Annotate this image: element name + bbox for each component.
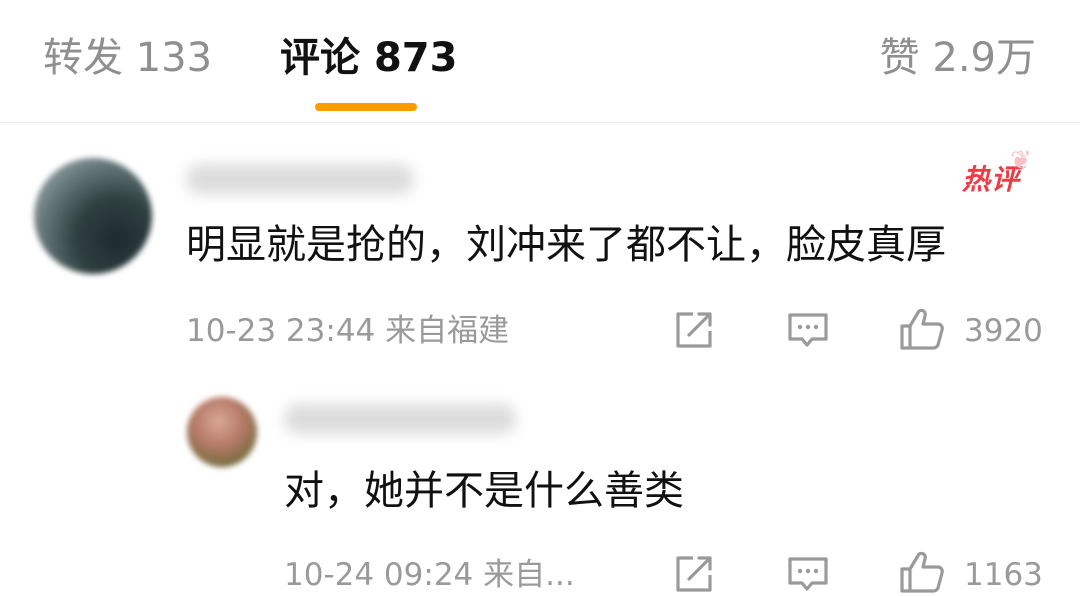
like-button[interactable] bbox=[898, 549, 946, 595]
active-tab-indicator bbox=[315, 103, 417, 111]
tab-bar: 转发 133 评论 873 赞 2.9万 bbox=[0, 0, 1080, 123]
reply-button[interactable] bbox=[786, 310, 830, 350]
tab-repost-count: 133 bbox=[135, 35, 213, 81]
comment-time: 10-23 23:44 bbox=[186, 313, 376, 349]
comment-icon bbox=[788, 557, 828, 591]
comment-location: 来自福建 bbox=[385, 313, 510, 349]
like-icon bbox=[900, 308, 944, 350]
share-icon bbox=[676, 556, 712, 592]
comment-meta: 10-24 09:24 来自... bbox=[284, 555, 575, 595]
comment-text: 明显就是抢的，刘冲来了都不让，脸皮真厚 bbox=[186, 222, 946, 268]
reply-button[interactable] bbox=[786, 554, 830, 594]
avatar[interactable] bbox=[34, 158, 152, 274]
like-icon bbox=[900, 551, 944, 593]
comment-location: 来自... bbox=[483, 557, 575, 593]
comment-time: 10-24 09:24 bbox=[284, 557, 474, 593]
like-count: 3920 bbox=[964, 313, 1043, 349]
hot-comment-badge: 热评 ❦ bbox=[962, 146, 1032, 198]
tab-comments-label: 评论 bbox=[280, 35, 360, 81]
tab-comments[interactable]: 评论 873 bbox=[280, 30, 457, 86]
tab-likes-label: 赞 bbox=[879, 35, 920, 81]
comment-text: 对，她并不是什么善类 bbox=[284, 468, 684, 514]
tab-likes-count: 2.9万 bbox=[932, 35, 1036, 81]
share-button[interactable] bbox=[673, 554, 715, 594]
tab-repost-label: 转发 bbox=[43, 35, 123, 81]
like-count: 1163 bbox=[964, 557, 1043, 593]
like-button[interactable] bbox=[898, 306, 946, 352]
avatar[interactable] bbox=[187, 397, 257, 467]
tab-repost[interactable]: 转发 133 bbox=[43, 30, 212, 86]
comment-icon bbox=[788, 313, 828, 347]
comment-meta: 10-23 23:44 来自福建 bbox=[186, 311, 509, 351]
tab-comments-count: 873 bbox=[373, 35, 458, 81]
flame-icon: ❦ bbox=[1010, 146, 1033, 176]
share-button[interactable] bbox=[673, 310, 715, 350]
tab-likes[interactable]: 赞 2.9万 bbox=[880, 30, 1036, 86]
username-blurred[interactable] bbox=[284, 404, 516, 434]
username-blurred[interactable] bbox=[186, 164, 414, 194]
share-icon bbox=[676, 312, 712, 348]
